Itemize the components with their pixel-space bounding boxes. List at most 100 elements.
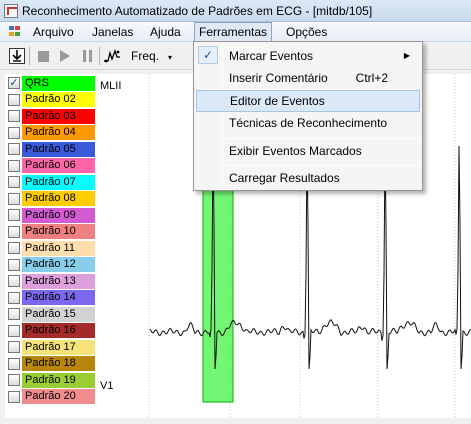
pattern-label: Padrão 03 bbox=[22, 108, 95, 124]
lead-label-bottom: V1 bbox=[100, 380, 114, 392]
pattern-label: Padrão 12 bbox=[22, 257, 95, 272]
menu-item-inserir-comentario[interactable]: Inserir Comentário Ctrl+2 bbox=[196, 67, 420, 89]
menu-separator bbox=[227, 165, 420, 166]
pattern-row[interactable]: Padrão 03 bbox=[5, 108, 95, 124]
stop-icon[interactable] bbox=[35, 48, 51, 64]
pattern-label: Padrão 09 bbox=[22, 207, 95, 223]
pattern-label: Padrão 17 bbox=[22, 339, 95, 355]
pattern-row[interactable]: Padrão 19 bbox=[5, 372, 95, 388]
pause-icon[interactable] bbox=[80, 48, 96, 64]
menu-item-label: Marcar Eventos bbox=[229, 49, 314, 63]
menu-item-shortcut: Ctrl+2 bbox=[355, 71, 388, 85]
pattern-row[interactable]: Padrão 12 bbox=[5, 257, 95, 273]
menu-item-marcar-eventos[interactable]: ✓ Marcar Eventos ▶ bbox=[196, 45, 420, 67]
pattern-checkbox[interactable] bbox=[8, 390, 20, 403]
pattern-row[interactable]: Padrão 20 bbox=[5, 389, 95, 405]
pattern-checkbox[interactable] bbox=[8, 291, 20, 304]
chevron-down-icon: ▾ bbox=[168, 53, 173, 62]
menu-item-carregar-resultados[interactable]: Carregar Resultados bbox=[196, 167, 420, 189]
menu-item-label: Técnicas de Reconhecimento bbox=[229, 116, 388, 130]
menu-separator bbox=[227, 138, 420, 139]
pattern-checkbox[interactable] bbox=[8, 176, 20, 188]
pattern-label: Padrão 06 bbox=[22, 158, 95, 173]
menu-item-label: Editor de Eventos bbox=[230, 94, 325, 108]
pattern-row[interactable]: Padrão 06 bbox=[5, 158, 95, 174]
pattern-checkbox[interactable] bbox=[8, 143, 20, 155]
pattern-checkbox[interactable] bbox=[8, 126, 20, 139]
pattern-row[interactable]: Padrão 09 bbox=[5, 207, 95, 223]
play-icon[interactable] bbox=[57, 48, 73, 64]
pattern-checkbox[interactable] bbox=[8, 242, 20, 254]
pattern-checkbox[interactable] bbox=[8, 374, 20, 386]
pattern-row[interactable]: Padrão 18 bbox=[5, 356, 95, 372]
pattern-label: Padrão 04 bbox=[22, 125, 95, 140]
toolbar-separator bbox=[99, 47, 100, 65]
pattern-label: Padrão 15 bbox=[22, 306, 95, 322]
pattern-checkbox[interactable] bbox=[8, 357, 20, 370]
pattern-label: Padrão 07 bbox=[22, 174, 95, 190]
menu-item-label: Carregar Resultados bbox=[229, 171, 340, 185]
pattern-label: Padrão 20 bbox=[22, 389, 95, 404]
pattern-checkbox[interactable] bbox=[8, 93, 20, 106]
pattern-row[interactable]: Padrão 07 bbox=[5, 174, 95, 190]
menu-item-label: Inserir Comentário bbox=[229, 71, 328, 85]
lead-label-top: MLII bbox=[100, 80, 122, 92]
pattern-checkbox[interactable] bbox=[8, 275, 20, 287]
menu-item-editor-de-eventos[interactable]: Editor de Eventos bbox=[196, 90, 420, 112]
pattern-label: Padrão 11 bbox=[22, 240, 95, 256]
pattern-checkbox[interactable] bbox=[8, 258, 20, 271]
pattern-label: Padrão 16 bbox=[22, 323, 95, 338]
waveform-icon[interactable] bbox=[104, 48, 120, 64]
pattern-label: QRS bbox=[22, 75, 95, 91]
pattern-label: Padrão 18 bbox=[22, 356, 95, 371]
system-menu-icon[interactable] bbox=[9, 26, 21, 37]
window-title: Reconhecimento Automatizado de Padrões e… bbox=[22, 4, 373, 18]
pattern-row[interactable]: Padrão 14 bbox=[5, 290, 95, 306]
pattern-row[interactable]: Padrão 15 bbox=[5, 306, 95, 322]
pattern-checkbox[interactable] bbox=[8, 308, 20, 320]
pattern-checkbox[interactable]: ✓ bbox=[8, 77, 20, 89]
pattern-row[interactable]: Padrão 02 bbox=[5, 92, 95, 108]
ferramentas-dropdown-menu: ✓ Marcar Eventos ▶ Inserir Comentário Ct… bbox=[193, 41, 423, 191]
pattern-row[interactable]: Padrão 11 bbox=[5, 240, 95, 256]
pattern-row[interactable]: Padrão 13 bbox=[5, 273, 95, 289]
menu-item-exibir-eventos-marcados[interactable]: Exibir Eventos Marcados bbox=[196, 140, 420, 162]
freq-label: Freq. bbox=[131, 49, 160, 63]
menu-item-label: Exibir Eventos Marcados bbox=[229, 144, 362, 158]
pattern-label: Padrão 05 bbox=[22, 141, 95, 157]
check-icon: ✓ bbox=[198, 46, 218, 64]
menu-arquivo[interactable]: Arquivo bbox=[29, 22, 78, 42]
pattern-row[interactable]: Padrão 16 bbox=[5, 323, 95, 339]
pattern-label: Padrão 13 bbox=[22, 273, 95, 289]
menu-item-tecnicas-de-reconhecimento[interactable]: Técnicas de Reconhecimento bbox=[196, 112, 420, 134]
menu-ajuda[interactable]: Ajuda bbox=[146, 22, 185, 42]
freq-dropdown[interactable]: Freq. ▾ bbox=[128, 48, 175, 65]
title-bar: Reconhecimento Automatizado de Padrões e… bbox=[0, 0, 471, 22]
pattern-row[interactable]: Padrão 10 bbox=[5, 224, 95, 240]
pattern-label: Padrão 10 bbox=[22, 224, 95, 239]
pattern-checkbox[interactable] bbox=[8, 110, 20, 122]
pattern-row[interactable]: Padrão 17 bbox=[5, 339, 95, 355]
pattern-checkbox[interactable] bbox=[8, 341, 20, 353]
pattern-row[interactable]: Padrão 05 bbox=[5, 141, 95, 157]
pattern-checkbox[interactable] bbox=[8, 159, 20, 172]
menu-ferramentas[interactable]: Ferramentas bbox=[194, 22, 272, 42]
pattern-label: Padrão 08 bbox=[22, 191, 95, 206]
pattern-checkbox[interactable] bbox=[8, 209, 20, 221]
pattern-row[interactable]: Padrão 04 bbox=[5, 125, 95, 141]
pattern-row[interactable]: ✓ QRS bbox=[5, 75, 95, 91]
pattern-list: ✓ QRS Padrão 02 Padrão 03 Padrão 04 Padrão 05… bbox=[5, 74, 95, 418]
download-icon[interactable] bbox=[9, 48, 25, 64]
ecg-app-icon bbox=[4, 4, 18, 18]
menu-opcoes[interactable]: Opções bbox=[282, 22, 331, 42]
pattern-checkbox[interactable] bbox=[8, 192, 20, 205]
pattern-row[interactable]: Padrão 08 bbox=[5, 191, 95, 207]
pattern-checkbox[interactable] bbox=[8, 324, 20, 337]
pattern-label: Padrão 14 bbox=[22, 290, 95, 305]
menu-bar: Arquivo Janelas Ajuda Ferramentas Opções bbox=[0, 22, 471, 42]
pattern-label: Padrão 19 bbox=[22, 372, 95, 388]
pattern-checkbox[interactable] bbox=[8, 225, 20, 238]
pattern-label: Padrão 02 bbox=[22, 92, 95, 107]
submenu-arrow-icon: ▶ bbox=[403, 51, 410, 60]
menu-janelas[interactable]: Janelas bbox=[88, 22, 137, 42]
